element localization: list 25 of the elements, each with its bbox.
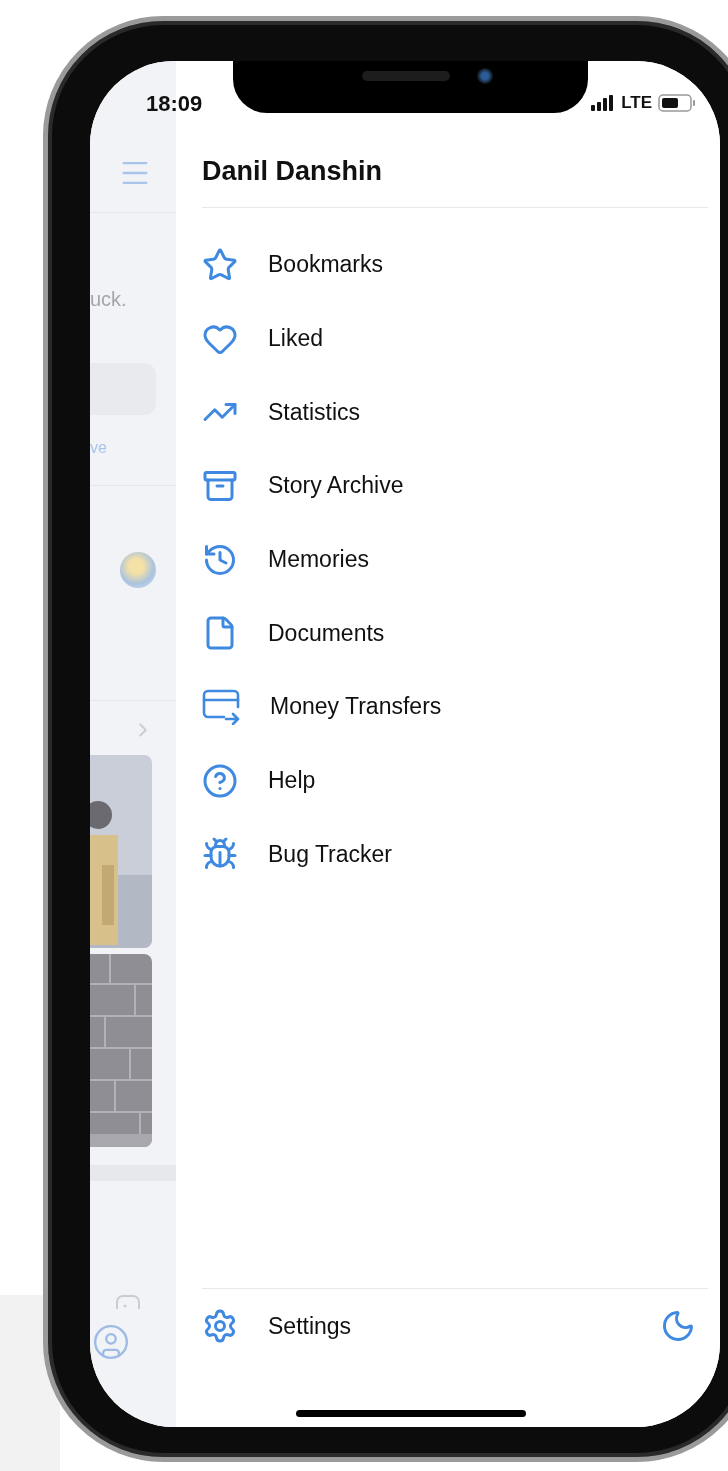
help-icon xyxy=(202,762,238,799)
moon-icon[interactable] xyxy=(660,1308,696,1344)
status-time: 18:09 xyxy=(146,91,203,117)
menu-item[interactable]: Help xyxy=(202,743,708,818)
menu-item[interactable]: Statistics xyxy=(202,375,708,450)
menu-item[interactable]: Documents xyxy=(202,596,708,671)
menu-item[interactable]: Money Transfers xyxy=(202,670,708,744)
background-tab-label: ve xyxy=(90,439,107,457)
menu-item[interactable]: Bookmarks xyxy=(202,228,708,302)
tab-icon xyxy=(115,1295,141,1309)
menu-item[interactable]: Bug Tracker xyxy=(202,817,708,892)
settings-icon xyxy=(202,1308,238,1344)
menu-item[interactable]: Memories xyxy=(202,522,708,597)
profile-name: Danil Danshin xyxy=(202,156,708,208)
settings-link[interactable]: Settings xyxy=(268,1312,630,1340)
battery-icon xyxy=(658,94,696,112)
user-icon xyxy=(92,1323,130,1361)
card-arrow-icon xyxy=(202,688,240,725)
menu-item[interactable]: Story Archive xyxy=(202,449,708,523)
star-icon xyxy=(202,246,238,283)
background-text: uck. xyxy=(90,288,127,311)
signal-icon xyxy=(591,95,616,111)
network-label: LTE xyxy=(621,93,652,113)
avatar xyxy=(120,552,156,588)
menu-item[interactable]: Liked xyxy=(202,301,708,376)
